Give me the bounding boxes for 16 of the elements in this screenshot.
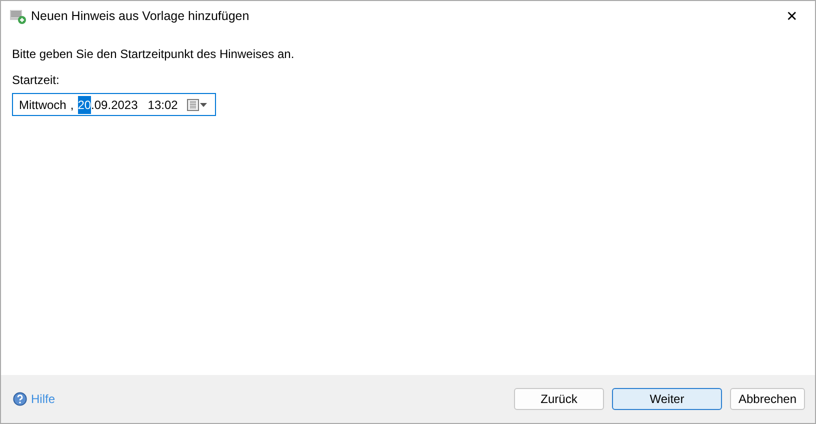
- date-segment[interactable]: Mittwoch: [19, 96, 66, 114]
- help-icon[interactable]: [13, 392, 27, 406]
- dialog-button[interactable]: Zurück: [514, 388, 604, 410]
- dialog-button[interactable]: Weiter: [612, 388, 722, 410]
- field-label: Startzeit:: [12, 72, 60, 89]
- date-time-picker[interactable]: Mittwoch , 20.09.2023 13:02: [12, 93, 216, 116]
- instruction-text: Bitte geben Sie den Startzeitpunkt des Hinweises an.: [12, 46, 296, 63]
- date-segment[interactable]: .09.2023: [91, 96, 138, 114]
- dialog-button[interactable]: Abbrechen: [730, 388, 805, 410]
- calendar-icon[interactable]: [187, 98, 209, 110]
- date-segment[interactable]: ,: [70, 96, 74, 114]
- window-title: Neuen Hinweis aus Vorlage hinzufügen: [31, 8, 250, 25]
- date-segment[interactable]: 13:02: [148, 96, 178, 114]
- date-segment[interactable]: 20: [78, 96, 92, 114]
- close-button[interactable]: ✕: [769, 1, 815, 31]
- window-icon: [9, 8, 27, 24]
